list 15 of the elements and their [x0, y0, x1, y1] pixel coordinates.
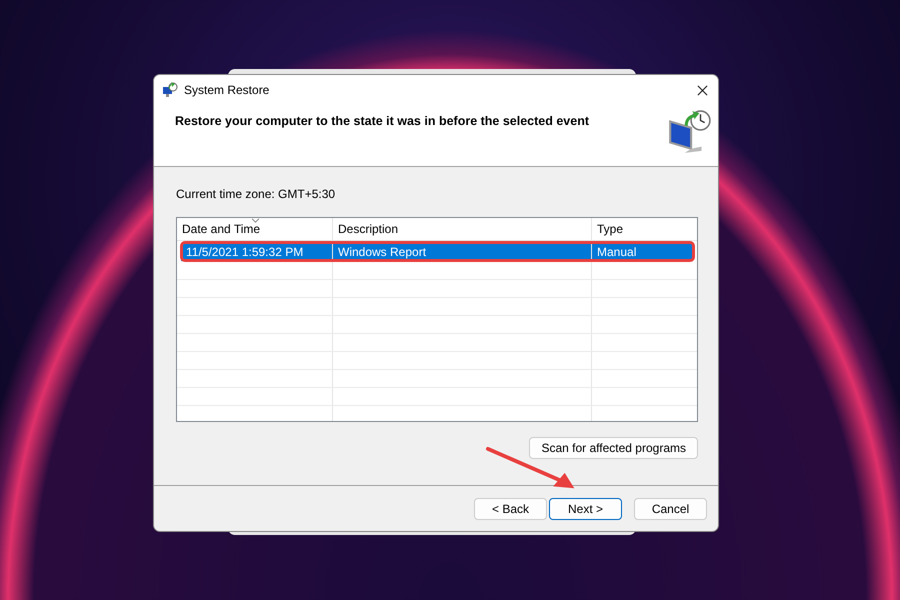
wizard-button[interactable]: < Back: [474, 498, 547, 520]
sort-caret-icon: [251, 218, 260, 223]
wizard-button[interactable]: Cancel: [634, 498, 707, 520]
scan-button[interactable]: Scan for affected programs: [529, 437, 698, 459]
wizard-button[interactable]: Next >: [549, 498, 622, 520]
computer-clock-icon: [666, 109, 712, 155]
time-zone-label: Current time zone: GMT+5:30: [176, 187, 336, 201]
window-title: System Restore: [184, 83, 270, 97]
restore-icon: [162, 82, 178, 98]
column-header[interactable]: Type: [592, 218, 697, 240]
close-icon[interactable]: [697, 84, 708, 96]
table-cell-text: Manual: [596, 244, 638, 261]
column-header[interactable]: Date and Time: [177, 218, 333, 240]
dialog-heading: Restore your computer to the state it was in before the selected event: [175, 114, 589, 130]
column-header[interactable]: Description: [333, 218, 592, 240]
